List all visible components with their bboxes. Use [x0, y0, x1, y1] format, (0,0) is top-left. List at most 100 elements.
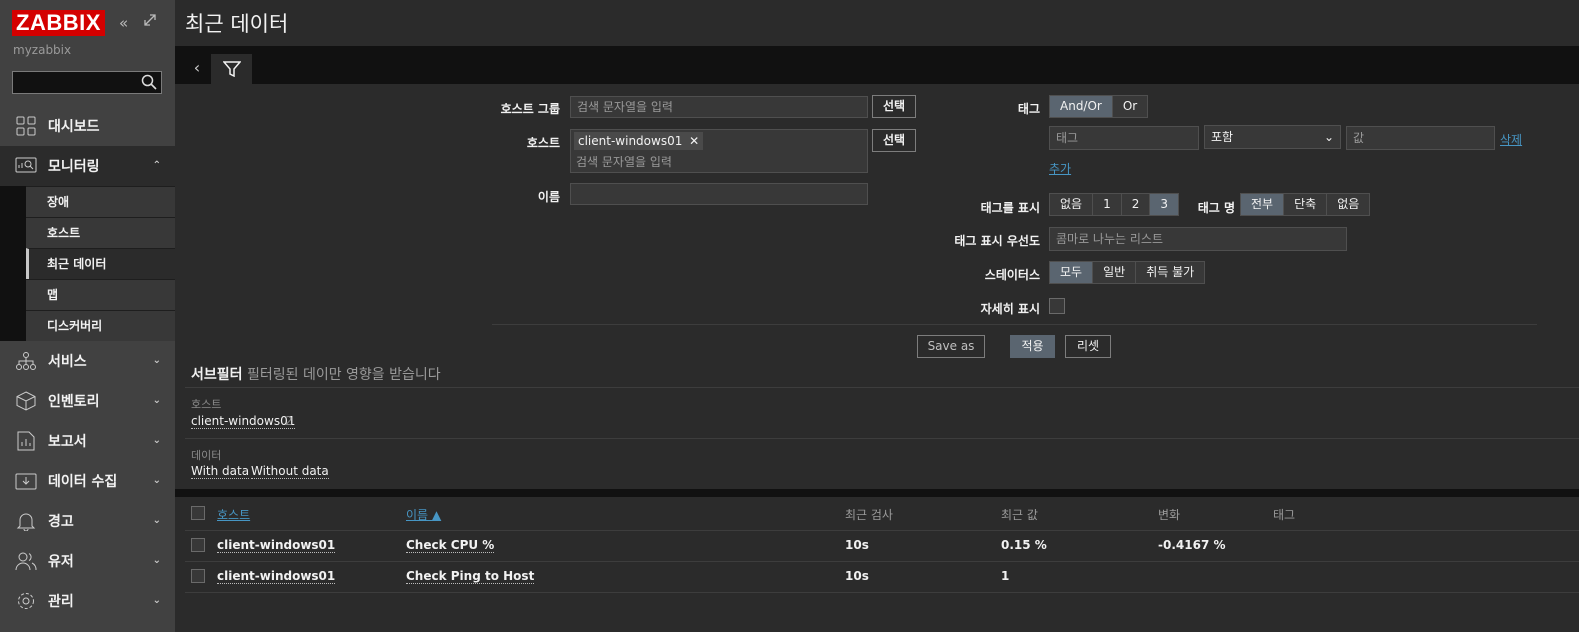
bell-icon [14, 509, 38, 533]
details-label: 자세히 표시 [980, 302, 1040, 316]
tag-name-option-full[interactable]: 전부 [1241, 194, 1285, 215]
host-search-placeholder[interactable]: 검색 문자열을 입력 [576, 153, 672, 170]
subfilter-host-count: 2 [285, 414, 293, 428]
tag-name-option-short[interactable]: 단축 [1284, 194, 1328, 215]
menu-item-inventory[interactable]: 인벤토리 ⌄ [0, 381, 175, 421]
submenu-item-latest-data[interactable]: 최근 데이터 [26, 248, 175, 279]
filter-tab-bar [175, 46, 1579, 84]
chevron-down-icon: ⌄ [1323, 130, 1334, 144]
menu-item-administration[interactable]: 관리 ⌄ [0, 581, 175, 621]
menu-item-monitoring[interactable]: 모니터링 ⌃ [0, 146, 175, 186]
name-input[interactable] [570, 183, 868, 205]
show-tags-option-1[interactable]: 1 [1093, 194, 1122, 215]
chevron-left-icon[interactable]: ‹ [186, 57, 208, 79]
sidebar-search-input[interactable] [12, 71, 162, 94]
tag-operator-select[interactable]: 포함 ⌄ [1204, 125, 1341, 149]
subfilter-header: 서브필터 필터링된 데이만 영향을 받습니다 [191, 364, 441, 384]
search-icon[interactable] [141, 74, 157, 93]
inventory-icon [14, 389, 38, 413]
tag-remove-link[interactable]: 삭제 [1500, 131, 1522, 148]
subfilter-hosts-section [185, 387, 1579, 438]
submenu-item-discovery[interactable]: 디스커버리 [26, 310, 175, 341]
row-checkbox[interactable] [191, 569, 205, 583]
subfilter-subtitle: 필터링된 데이만 영향을 받습니다 [246, 367, 441, 383]
state-label: 스테이터스 [984, 268, 1040, 282]
menu-item-alerts[interactable]: 경고 ⌄ [0, 501, 175, 541]
zabbix-logo[interactable]: ZABBIX [12, 10, 105, 36]
gear-icon [14, 589, 38, 613]
submenu-item-hosts[interactable]: 호스트 [26, 217, 175, 248]
row-last-check: 10s [845, 569, 869, 583]
save-as-button[interactable]: Save as [917, 335, 985, 358]
apply-button[interactable]: 적용 [1010, 335, 1055, 358]
subfilter-data-section [185, 438, 1579, 489]
server-name: myzabbix [13, 43, 72, 57]
tags-label: 태그 [1017, 102, 1040, 116]
subfilter-with-data-link[interactable]: With data [191, 464, 250, 479]
show-tags-option-none[interactable]: 없음 [1050, 194, 1094, 215]
host-group-input[interactable]: 검색 문자열을 입력 [570, 96, 868, 118]
chip-remove-icon[interactable]: ✕ [689, 134, 699, 148]
state-option-normal[interactable]: 일반 [1093, 262, 1137, 283]
chevron-down-icon: ⌄ [152, 555, 161, 566]
menu-item-label: 모니터링 [48, 159, 100, 175]
select-all-checkbox[interactable] [191, 506, 205, 520]
row-checkbox[interactable] [191, 538, 205, 552]
chevron-down-icon: ⌄ [152, 515, 161, 526]
column-header-last-check: 최근 검사 [845, 508, 893, 522]
submenu-item-problems[interactable]: 장애 [26, 186, 175, 217]
collapse-sidebar-icon[interactable]: « [119, 14, 128, 32]
chevron-down-icon: ⌄ [152, 435, 161, 446]
tag-name-input[interactable]: 태그 [1049, 126, 1199, 150]
menu-item-label: 데이터 수집 [48, 474, 118, 490]
tag-operator-value: 포함 [1211, 130, 1234, 144]
tags-or-option[interactable]: Or [1112, 96, 1148, 117]
tag-priority-input[interactable]: 콤마로 나누는 리스트 [1049, 227, 1347, 251]
subfilter-without-data-link[interactable]: Without data [251, 464, 329, 479]
show-tags-toggle: 없음 1 2 3 [1049, 193, 1180, 216]
chevron-down-icon: ⌄ [152, 475, 161, 486]
section-gap [175, 489, 1579, 497]
row-host-link[interactable]: client-windows01 [217, 569, 336, 584]
table-row [185, 530, 1579, 562]
state-option-unsupported[interactable]: 취득 불가 [1136, 262, 1205, 283]
chevron-down-icon: ⌄ [152, 355, 161, 366]
menu-item-label: 대시보드 [48, 119, 100, 135]
menu-item-services[interactable]: 서비스 ⌄ [0, 341, 175, 381]
tag-value-input[interactable]: 값 [1346, 126, 1495, 150]
menu-item-users[interactable]: 유저 ⌄ [0, 541, 175, 581]
data-collection-icon [14, 469, 38, 493]
filter-tab[interactable] [211, 54, 252, 84]
submenu-item-maps[interactable]: 맵 [26, 279, 175, 310]
filter-icon [222, 61, 241, 77]
chevron-down-icon: ⌄ [152, 595, 161, 606]
chevron-down-icon: ⌄ [152, 395, 161, 406]
host-select-button[interactable]: 선택 [872, 129, 916, 152]
kiosk-mode-icon[interactable] [143, 13, 157, 31]
column-header-host[interactable]: 호스트 [217, 506, 250, 523]
column-header-name[interactable]: 이름 ▲ [406, 506, 441, 523]
table-row [185, 561, 1579, 593]
row-item-name-link[interactable]: Check CPU % [406, 538, 495, 553]
menu-item-reports[interactable]: 보고서 ⌄ [0, 421, 175, 461]
subfilter-title: 서브필터 [191, 367, 243, 383]
tags-andor-option[interactable]: And/Or [1050, 96, 1113, 117]
row-host-link[interactable]: client-windows01 [217, 538, 336, 553]
reset-button[interactable]: 리셋 [1065, 335, 1111, 358]
show-tags-option-2[interactable]: 2 [1121, 194, 1151, 215]
show-tags-option-3[interactable]: 3 [1150, 194, 1179, 215]
host-label: 호스트 [526, 136, 560, 150]
sidebar: ZABBIX « myzabbix 대시보드 모니터링 ⌃ 장애 호스트 최근 … [0, 0, 175, 632]
tag-priority-label: 태그 표시 우선도 [954, 234, 1040, 248]
menu-item-dashboard[interactable]: 대시보드 [0, 106, 175, 146]
menu-item-label: 경고 [48, 514, 74, 530]
row-item-name-link[interactable]: Check Ping to Host [406, 569, 535, 584]
show-details-checkbox[interactable] [1049, 298, 1065, 314]
tag-name-label: 태그 명 [1197, 201, 1235, 215]
tag-add-link[interactable]: 추가 [1049, 160, 1071, 177]
tag-name-option-none[interactable]: 없음 [1327, 194, 1370, 215]
state-option-any[interactable]: 모두 [1050, 262, 1094, 283]
host-group-select-button[interactable]: 선택 [872, 95, 916, 118]
subfilter-host-link[interactable]: client-windows01 [191, 414, 296, 429]
menu-item-data-collection[interactable]: 데이터 수집 ⌄ [0, 461, 175, 501]
